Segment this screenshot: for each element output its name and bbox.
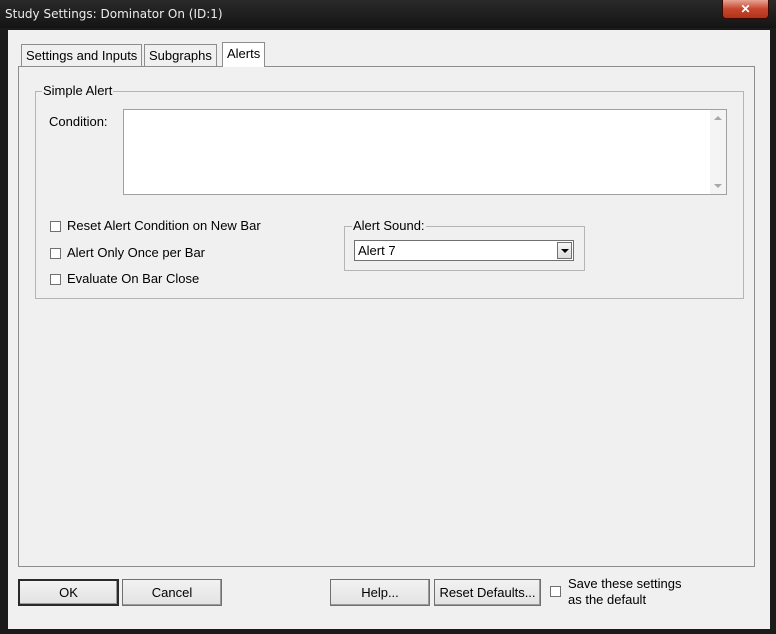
dialog-client-area: Settings and Inputs Subgraphs Alerts Sim… [8,30,770,629]
dialog-window: Study Settings: Dominator On (ID:1) ✕ Se… [0,0,776,634]
save-default-label-line1[interactable]: Save these settings [568,576,681,591]
save-default-label-line2[interactable]: as the default [568,592,646,607]
alert-sound-group-label: Alert Sound: [352,218,426,233]
dropdown-button[interactable] [557,242,572,259]
condition-scrollbar[interactable] [710,110,726,194]
condition-label: Condition: [49,114,108,129]
scroll-down-icon[interactable] [714,184,722,188]
reset-alert-condition-checkbox[interactable] [50,221,61,232]
tab-settings-and-inputs[interactable]: Settings and Inputs [21,44,143,66]
title-bar[interactable]: Study Settings: Dominator On (ID:1) ✕ [0,0,776,28]
reset-defaults-button[interactable]: Reset Defaults... [434,579,541,606]
reset-alert-condition-label[interactable]: Reset Alert Condition on New Bar [67,218,261,233]
tab-label: Subgraphs [149,48,212,63]
alert-once-per-bar-label[interactable]: Alert Only Once per Bar [67,245,205,260]
simple-alert-group-label: Simple Alert [42,83,114,98]
cancel-button[interactable]: Cancel [122,579,222,606]
close-icon: ✕ [740,2,751,16]
window-title: Study Settings: Dominator On (ID:1) [5,7,223,21]
tab-subgraphs[interactable]: Subgraphs [144,44,217,66]
evaluate-on-bar-close-label[interactable]: Evaluate On Bar Close [67,271,199,286]
close-button[interactable]: ✕ [722,0,769,19]
tab-label: Alerts [227,46,261,61]
save-default-checkbox[interactable] [550,586,561,597]
alert-once-per-bar-checkbox[interactable] [50,248,61,259]
ok-button[interactable]: OK [18,579,119,606]
help-button[interactable]: Help... [330,579,430,606]
condition-textarea[interactable] [123,109,727,195]
chevron-down-icon [561,249,569,253]
alert-sound-select[interactable]: Alert 7 [354,240,574,261]
tab-label: Settings and Inputs [26,48,138,63]
tab-alerts[interactable]: Alerts [222,42,266,67]
alerts-tab-panel: Simple Alert Condition: Reset Alert Cond… [18,66,755,567]
scroll-up-icon[interactable] [714,116,722,120]
alert-sound-value: Alert 7 [358,243,396,258]
evaluate-on-bar-close-checkbox[interactable] [50,274,61,285]
